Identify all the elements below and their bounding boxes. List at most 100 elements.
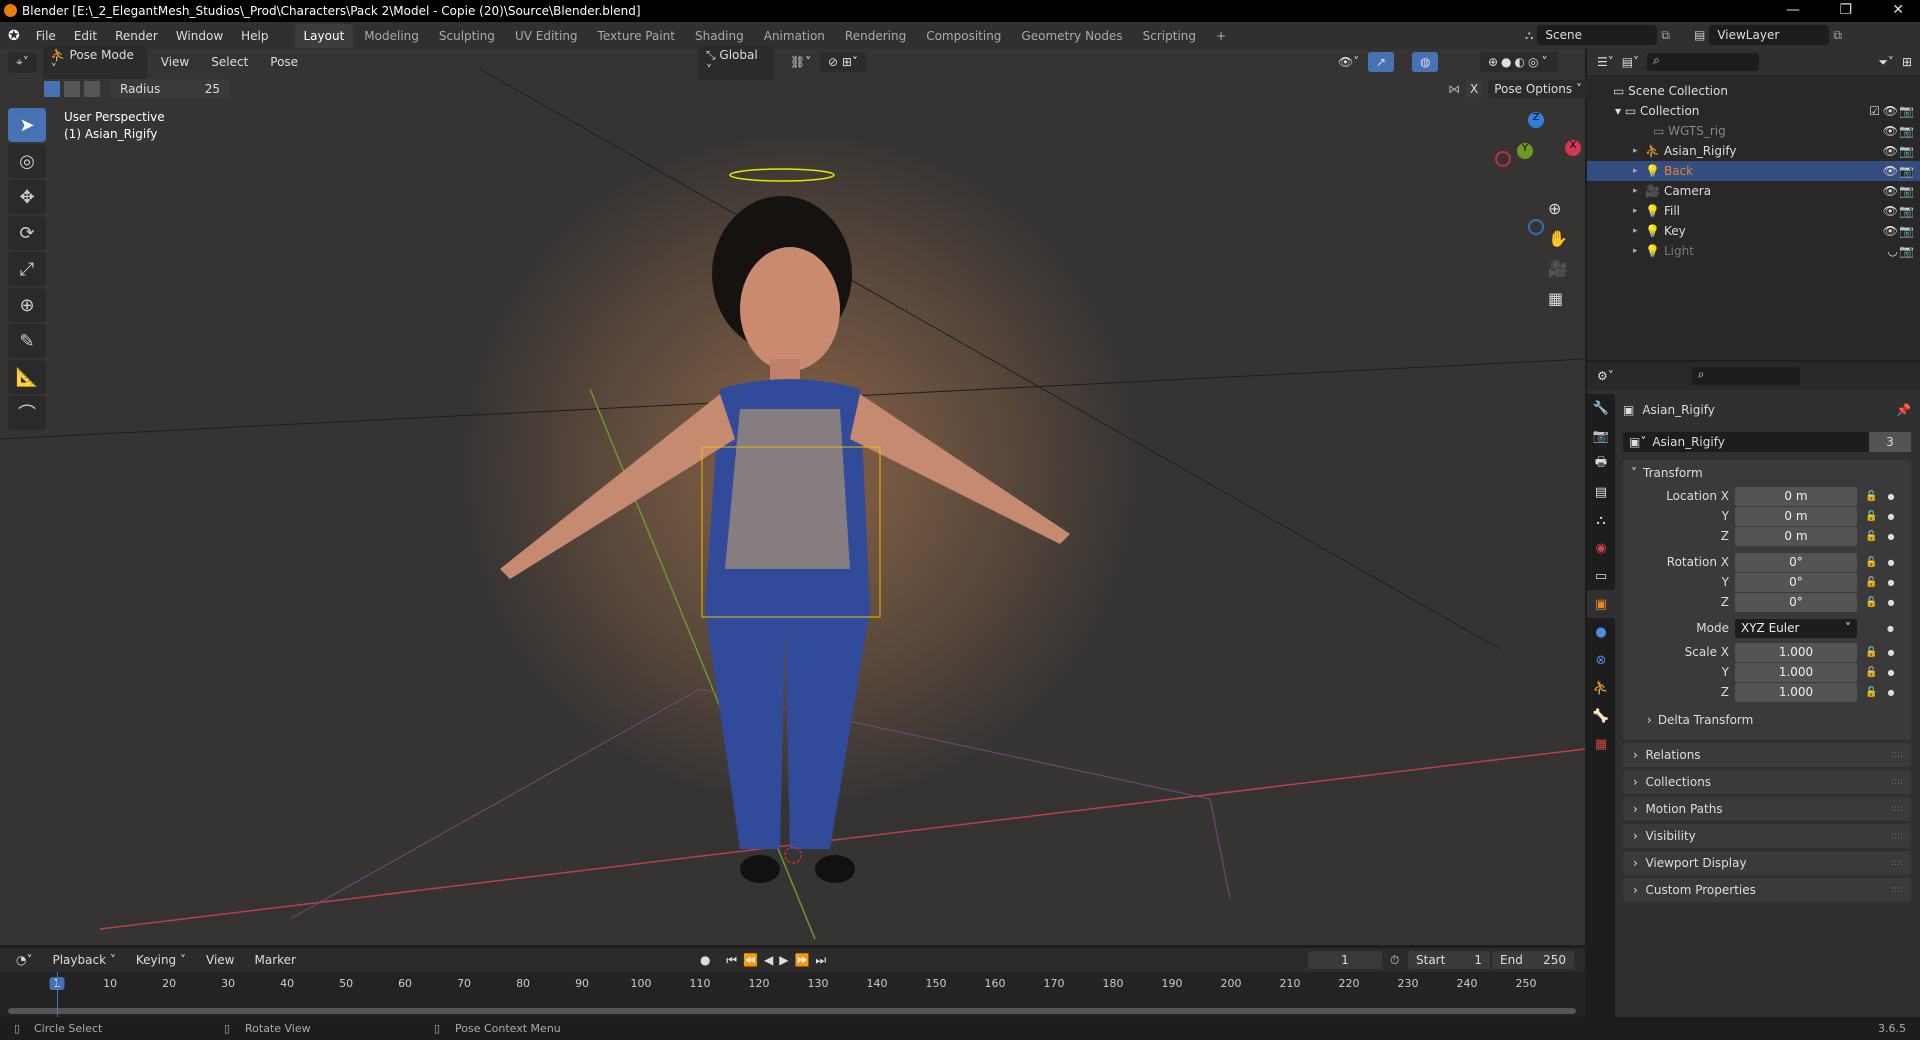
- outliner-item-label[interactable]: Asian_Rigify: [1664, 144, 1737, 158]
- panel-viewport-display[interactable]: › Viewport Display::::: [1623, 851, 1911, 875]
- tab-scripting[interactable]: Scripting: [1134, 24, 1205, 48]
- tab-uv-editing[interactable]: UV Editing: [506, 24, 587, 48]
- orientation-selector[interactable]: ⤡ Global ˅: [698, 44, 774, 80]
- editor-type-icon[interactable]: ◔˅: [8, 950, 40, 970]
- drag-grip-icon[interactable]: ::::: [1891, 858, 1903, 868]
- menu-render[interactable]: Render: [107, 25, 166, 47]
- rotation-z-field[interactable]: 0°: [1735, 592, 1857, 612]
- mirror-icon[interactable]: ⋈: [1448, 82, 1460, 96]
- outliner-scene-collection[interactable]: ▭ Scene Collection: [1587, 81, 1920, 101]
- playhead[interactable]: [57, 972, 58, 1017]
- outliner-item-label[interactable]: Back: [1664, 164, 1693, 178]
- keyframe-dot[interactable]: ●: [1887, 668, 1894, 677]
- outliner-item-label[interactable]: Light: [1664, 244, 1694, 258]
- menu-select[interactable]: Select: [203, 52, 256, 72]
- start-frame-field[interactable]: Start 1: [1408, 951, 1490, 969]
- tab-rendering[interactable]: Rendering: [836, 24, 915, 48]
- properties-search-input[interactable]: ⌕: [1691, 367, 1800, 385]
- render-icon[interactable]: 📷: [1899, 224, 1914, 238]
- object-type-icon[interactable]: ▣˅: [1623, 435, 1652, 449]
- pose-options-dropdown[interactable]: Pose Options ˅: [1488, 80, 1588, 98]
- mode-selector[interactable]: ⛹ Pose Mode ˅: [42, 45, 147, 79]
- pan-hand-icon[interactable]: ✋: [1548, 224, 1568, 254]
- keyframe-dot[interactable]: ●: [1887, 532, 1894, 541]
- outliner-item[interactable]: ▭ WGTS_rig 👁 📷: [1587, 121, 1920, 141]
- scale-y-field[interactable]: 1.000: [1735, 662, 1857, 682]
- expand-icon[interactable]: ▸: [1633, 206, 1638, 216]
- outliner-item-label[interactable]: Fill: [1664, 204, 1680, 218]
- frame-ruler[interactable]: 1102030405060708090100110120130140150160…: [0, 972, 1585, 996]
- drag-grip-icon[interactable]: ::::: [1891, 804, 1903, 814]
- tab-modeling[interactable]: Modeling: [355, 24, 428, 48]
- select-tool-icon[interactable]: ➤: [8, 108, 46, 142]
- lock-icon[interactable]: 🔓: [1865, 531, 1877, 542]
- panel-custom-properties[interactable]: › Custom Properties::::: [1623, 878, 1911, 902]
- move-tool-icon[interactable]: ✥: [8, 180, 46, 214]
- new-scene-icon[interactable]: ⧉: [1661, 28, 1670, 43]
- selectability-icon[interactable]: 👁˅: [1330, 52, 1367, 72]
- lock-icon[interactable]: 🔓: [1865, 597, 1877, 608]
- lock-icon[interactable]: 🔓: [1865, 647, 1877, 658]
- physics-tab-icon[interactable]: ●: [1587, 618, 1615, 646]
- menu-keying[interactable]: Keying ˅: [128, 950, 194, 970]
- playback-controls[interactable]: ● ⏮⏪◀▶⏩⏭: [700, 953, 832, 968]
- visibility-icon[interactable]: ◡: [1888, 244, 1898, 258]
- view-layer-icon[interactable]: ▤: [1694, 28, 1705, 42]
- relax-pose-tool-icon[interactable]: ⌒: [8, 396, 46, 430]
- expand-icon[interactable]: ▸: [1633, 166, 1638, 176]
- keyframe-dot[interactable]: ●: [1887, 578, 1894, 587]
- timeline-scrollbar[interactable]: [8, 1008, 1576, 1014]
- gizmo-neg-z[interactable]: [1528, 219, 1544, 235]
- cursor-tool-icon[interactable]: ◎: [8, 144, 46, 178]
- select-mode-extend-icon[interactable]: [64, 80, 80, 97]
- keyframe-dot[interactable]: ●: [1887, 598, 1894, 607]
- panel-motion-paths[interactable]: › Motion Paths::::: [1623, 797, 1911, 821]
- lock-icon[interactable]: 🔓: [1865, 511, 1877, 522]
- expand-icon[interactable]: ▸: [1633, 226, 1638, 236]
- scale-z-field[interactable]: 1.000: [1735, 682, 1857, 702]
- render-tab-icon[interactable]: 📷: [1587, 422, 1615, 450]
- location-y-field[interactable]: 0 m: [1735, 506, 1857, 526]
- gizmo-z[interactable]: Z: [1528, 112, 1544, 128]
- outliner-item[interactable]: ▸ ⛹ Asian_Rigify 👁 📷: [1587, 141, 1920, 161]
- collection-tab-icon[interactable]: ▭: [1587, 562, 1615, 590]
- menu-view[interactable]: View: [198, 950, 242, 970]
- visibility-icon[interactable]: 👁: [1883, 124, 1898, 138]
- tool-tab-icon[interactable]: 🔧: [1587, 394, 1615, 422]
- outliner-item-label[interactable]: Key: [1664, 224, 1686, 238]
- rotate-tool-icon[interactable]: ⟳: [8, 216, 46, 250]
- expand-icon[interactable]: ▸: [1633, 186, 1638, 196]
- object-name-field[interactable]: ▣˅ Asian_Rigify 3: [1623, 432, 1911, 452]
- rotation-y-field[interactable]: 0°: [1735, 572, 1857, 592]
- scene-tab-icon[interactable]: ⛬: [1587, 506, 1615, 534]
- overlay-toggle-icon[interactable]: ◍: [1412, 52, 1439, 72]
- gizmo-y[interactable]: Y: [1517, 143, 1533, 159]
- panel-collections[interactable]: › Collections::::: [1623, 770, 1911, 794]
- close-button[interactable]: ✕: [1892, 2, 1904, 18]
- outliner-item-label[interactable]: Camera: [1664, 184, 1711, 198]
- keyframe-dot[interactable]: ●: [1887, 558, 1894, 567]
- render-icon[interactable]: 📷: [1899, 164, 1914, 178]
- expand-icon[interactable]: ▸: [1633, 146, 1638, 156]
- visibility-icon[interactable]: 👁: [1883, 184, 1898, 198]
- tab-texture-paint[interactable]: Texture Paint: [589, 24, 684, 48]
- lock-icon[interactable]: 🔓: [1865, 491, 1877, 502]
- gizmo-toggle-icon[interactable]: ↗: [1368, 52, 1395, 72]
- drag-grip-icon[interactable]: ::::: [1891, 885, 1903, 895]
- lock-icon[interactable]: 🔓: [1865, 557, 1877, 568]
- annotate-tool-icon[interactable]: ✎: [8, 324, 46, 358]
- keyframe-dot[interactable]: ●: [1887, 624, 1894, 633]
- tab-layout[interactable]: Layout: [294, 23, 354, 48]
- output-tab-icon[interactable]: 🖶: [1587, 450, 1615, 478]
- menu-view[interactable]: View: [153, 52, 197, 72]
- lock-icon[interactable]: 🔓: [1865, 687, 1877, 698]
- measure-tool-icon[interactable]: 📐: [8, 360, 46, 394]
- ortho-grid-icon[interactable]: ▦: [1548, 284, 1568, 314]
- scene-icon[interactable]: ⛬: [1525, 28, 1533, 43]
- minimize-button[interactable]: —: [1786, 2, 1800, 18]
- panel-visibility[interactable]: › Visibility::::: [1623, 824, 1911, 848]
- scale-x-field[interactable]: 1.000: [1735, 642, 1857, 662]
- editor-type-icon[interactable]: ⌖˅: [8, 51, 37, 73]
- view-layer-tab-icon[interactable]: ▤: [1587, 478, 1615, 506]
- current-frame-field[interactable]: 1: [1308, 951, 1382, 969]
